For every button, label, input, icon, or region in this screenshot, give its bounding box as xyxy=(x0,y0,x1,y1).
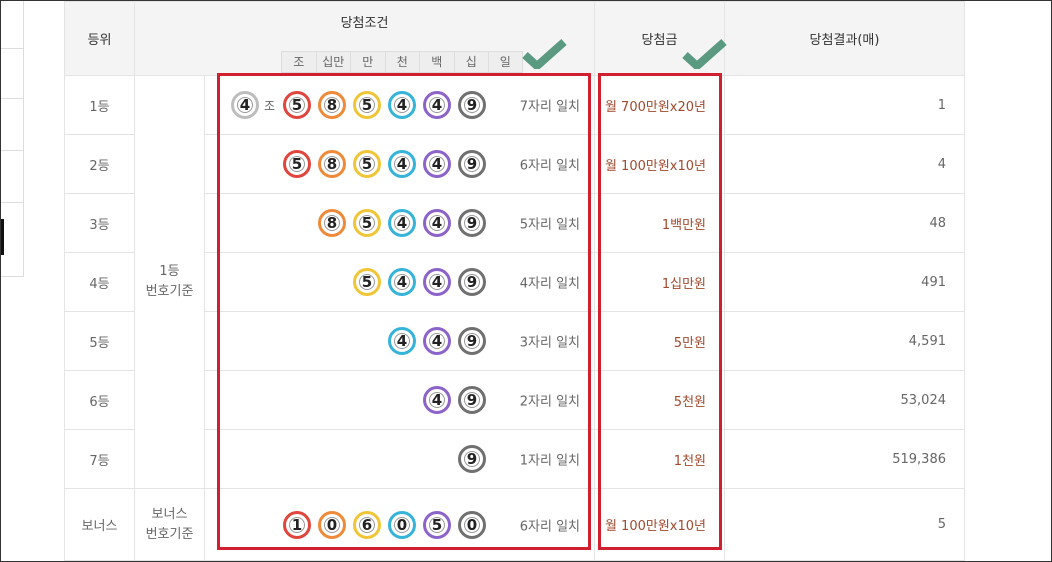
winner-count-cell: 1 xyxy=(724,75,965,135)
winner-count-cell: 48 xyxy=(724,193,965,253)
left-nav-stub xyxy=(1,1,24,277)
winner-count-cell: 4 xyxy=(724,134,965,194)
winner-count-cell: 5 xyxy=(724,488,965,561)
digit-place-label: 백 xyxy=(419,51,454,73)
rank-cell: 3등 xyxy=(64,193,135,253)
header-rank: 등위 xyxy=(64,1,135,76)
digit-place-subheader: 조 십만 만 천 백 십 일 xyxy=(281,51,523,73)
digit-place-label: 십만 xyxy=(315,51,350,73)
criteria-line: 번호기준 xyxy=(145,526,194,542)
criteria-cell: 1등번호기준 xyxy=(134,75,205,489)
rank-cell: 보너스 xyxy=(64,488,135,561)
rank-cell: 1등 xyxy=(64,75,135,135)
prize-highlight-box xyxy=(598,73,722,550)
numbers-highlight-box xyxy=(217,73,591,550)
rank-cell: 7등 xyxy=(64,429,135,489)
digit-place-label: 일 xyxy=(488,51,523,73)
winner-count-cell: 519,386 xyxy=(724,429,965,489)
check-icon xyxy=(682,39,727,69)
header-result: 당첨결과(매) xyxy=(724,1,965,76)
rank-cell: 4등 xyxy=(64,252,135,312)
left-nav-item[interactable] xyxy=(1,99,24,151)
left-nav-item[interactable] xyxy=(1,1,24,49)
left-nav-active-marker xyxy=(1,219,4,255)
digit-place-label: 만 xyxy=(350,51,385,73)
rank-cell: 5등 xyxy=(64,311,135,371)
screenshot-frame: 등위 당첨조건 조 십만 만 천 백 십 일 당첨금 당첨결과(매) 1등 1등 번호기준 4 조 5… xyxy=(0,0,1052,562)
digit-place-label: 조 xyxy=(281,51,316,73)
left-nav-item[interactable] xyxy=(1,203,24,277)
winner-count-cell: 53,024 xyxy=(724,370,965,430)
criteria-cell: 보너스번호기준 xyxy=(134,488,205,561)
digit-place-label: 천 xyxy=(384,51,419,73)
rank-cell: 6등 xyxy=(64,370,135,430)
digit-place-label: 십 xyxy=(453,51,488,73)
header-condition-label: 당첨조건 xyxy=(340,16,389,31)
rank-cell: 2등 xyxy=(64,134,135,194)
left-nav-item[interactable] xyxy=(1,49,24,99)
winner-count-cell: 491 xyxy=(724,252,965,312)
winner-count-cell: 4,591 xyxy=(724,311,965,371)
check-icon xyxy=(522,39,567,69)
criteria-line: 1등 xyxy=(159,264,180,279)
criteria-line: 번호기준 xyxy=(145,284,194,299)
criteria-line: 보너스 xyxy=(151,506,188,522)
left-nav-item[interactable] xyxy=(1,151,24,203)
